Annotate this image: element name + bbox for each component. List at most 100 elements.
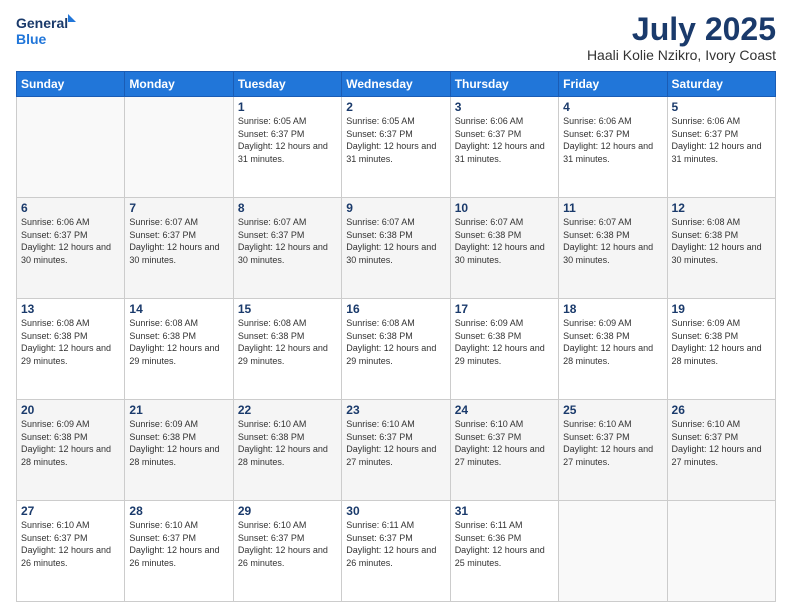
calendar-cell: 22Sunrise: 6:10 AM Sunset: 6:38 PM Dayli… — [233, 400, 341, 501]
week-row-2: 6Sunrise: 6:06 AM Sunset: 6:37 PM Daylig… — [17, 198, 776, 299]
calendar-cell: 15Sunrise: 6:08 AM Sunset: 6:38 PM Dayli… — [233, 299, 341, 400]
svg-text:General: General — [16, 15, 68, 31]
day-number: 23 — [346, 403, 445, 417]
day-info: Sunrise: 6:10 AM Sunset: 6:37 PM Dayligh… — [346, 418, 445, 468]
calendar-cell: 10Sunrise: 6:07 AM Sunset: 6:38 PM Dayli… — [450, 198, 558, 299]
day-number: 30 — [346, 504, 445, 518]
week-row-1: 1 Sunrise: 6:05 AM Sunset: 6:37 PM Daylig… — [17, 97, 776, 198]
day-info: Sunrise: 6:06 AM Sunset: 6:37 PM Dayligh… — [455, 115, 554, 165]
day-number: 12 — [672, 201, 771, 215]
day-number: 4 — [563, 100, 662, 114]
day-info: Sunrise: 6:08 AM Sunset: 6:38 PM Dayligh… — [238, 317, 337, 367]
day-number: 19 — [672, 302, 771, 316]
col-header-saturday: Saturday — [667, 72, 775, 97]
day-info: Sunrise: 6:07 AM Sunset: 6:38 PM Dayligh… — [455, 216, 554, 266]
day-info: Sunrise: 6:05 AM Sunset: 6:37 PM Dayligh… — [346, 115, 445, 165]
calendar-cell: 31Sunrise: 6:11 AM Sunset: 6:36 PM Dayli… — [450, 501, 558, 602]
day-info: Sunrise: 6:10 AM Sunset: 6:37 PM Dayligh… — [238, 519, 337, 569]
week-row-4: 20 Sunrise: 6:09 AM Sunset: 6:38 PM Dayli… — [17, 400, 776, 501]
calendar-cell: 2Sunrise: 6:05 AM Sunset: 6:37 PM Daylig… — [342, 97, 450, 198]
calendar-cell: 24Sunrise: 6:10 AM Sunset: 6:37 PM Dayli… — [450, 400, 558, 501]
day-info: Sunrise: 6:09 AM Sunset: 6:38 PM Dayligh… — [129, 418, 228, 468]
day-number: 21 — [129, 403, 228, 417]
page: General Blue July 2025 Haali Kolie Nzikr… — [0, 0, 792, 612]
day-info: Sunrise: 6:10 AM Sunset: 6:37 PM Dayligh… — [455, 418, 554, 468]
day-number: 29 — [238, 504, 337, 518]
day-info: Sunrise: 6:08 AM Sunset: 6:38 PM Dayligh… — [129, 317, 228, 367]
calendar-cell: 26Sunrise: 6:10 AM Sunset: 6:37 PM Dayli… — [667, 400, 775, 501]
calendar-cell: 29Sunrise: 6:10 AM Sunset: 6:37 PM Dayli… — [233, 501, 341, 602]
day-number: 13 — [21, 302, 120, 316]
day-info: Sunrise: 6:10 AM Sunset: 6:37 PM Dayligh… — [21, 519, 120, 569]
calendar-table: SundayMondayTuesdayWednesdayThursdayFrid… — [16, 71, 776, 602]
calendar-cell: 13Sunrise: 6:08 AM Sunset: 6:38 PM Dayli… — [17, 299, 125, 400]
calendar-cell: 19Sunrise: 6:09 AM Sunset: 6:38 PM Dayli… — [667, 299, 775, 400]
day-info: Sunrise: 6:10 AM Sunset: 6:37 PM Dayligh… — [672, 418, 771, 468]
col-header-thursday: Thursday — [450, 72, 558, 97]
day-number: 1 — [238, 100, 337, 114]
calendar-cell — [125, 97, 233, 198]
calendar-cell: 20Sunrise: 6:09 AM Sunset: 6:38 PM Dayli… — [17, 400, 125, 501]
day-info: Sunrise: 6:07 AM Sunset: 6:38 PM Dayligh… — [346, 216, 445, 266]
subtitle: Haali Kolie Nzikro, Ivory Coast — [587, 47, 776, 63]
day-info: Sunrise: 6:07 AM Sunset: 6:37 PM Dayligh… — [129, 216, 228, 266]
day-number: 26 — [672, 403, 771, 417]
day-info: Sunrise: 6:11 AM Sunset: 6:37 PM Dayligh… — [346, 519, 445, 569]
col-header-friday: Friday — [559, 72, 667, 97]
logo: General Blue — [16, 12, 76, 48]
day-number: 16 — [346, 302, 445, 316]
day-number: 3 — [455, 100, 554, 114]
week-row-3: 13 Sunrise: 6:08 AM Sunset: 6:38 PM Dayli… — [17, 299, 776, 400]
calendar-cell: 7Sunrise: 6:07 AM Sunset: 6:37 PM Daylig… — [125, 198, 233, 299]
calendar-cell: 30Sunrise: 6:11 AM Sunset: 6:37 PM Dayli… — [342, 501, 450, 602]
col-header-monday: Monday — [125, 72, 233, 97]
calendar-cell: 23Sunrise: 6:10 AM Sunset: 6:37 PM Dayli… — [342, 400, 450, 501]
day-info: Sunrise: 6:07 AM Sunset: 6:38 PM Dayligh… — [563, 216, 662, 266]
col-header-wednesday: Wednesday — [342, 72, 450, 97]
calendar-cell: 21Sunrise: 6:09 AM Sunset: 6:38 PM Dayli… — [125, 400, 233, 501]
calendar-cell: 16Sunrise: 6:08 AM Sunset: 6:38 PM Dayli… — [342, 299, 450, 400]
day-number: 11 — [563, 201, 662, 215]
calendar-cell: 4Sunrise: 6:06 AM Sunset: 6:37 PM Daylig… — [559, 97, 667, 198]
day-number: 14 — [129, 302, 228, 316]
day-number: 25 — [563, 403, 662, 417]
day-info: Sunrise: 6:06 AM Sunset: 6:37 PM Dayligh… — [672, 115, 771, 165]
calendar-cell: 11Sunrise: 6:07 AM Sunset: 6:38 PM Dayli… — [559, 198, 667, 299]
calendar-cell: 12Sunrise: 6:08 AM Sunset: 6:38 PM Dayli… — [667, 198, 775, 299]
day-number: 20 — [21, 403, 120, 417]
day-number: 31 — [455, 504, 554, 518]
day-info: Sunrise: 6:10 AM Sunset: 6:37 PM Dayligh… — [129, 519, 228, 569]
calendar-cell: 18Sunrise: 6:09 AM Sunset: 6:38 PM Dayli… — [559, 299, 667, 400]
day-info: Sunrise: 6:08 AM Sunset: 6:38 PM Dayligh… — [346, 317, 445, 367]
calendar-cell: 25Sunrise: 6:10 AM Sunset: 6:37 PM Dayli… — [559, 400, 667, 501]
day-number: 5 — [672, 100, 771, 114]
title-section: July 2025 Haali Kolie Nzikro, Ivory Coas… — [587, 12, 776, 63]
day-number: 17 — [455, 302, 554, 316]
day-info: Sunrise: 6:10 AM Sunset: 6:38 PM Dayligh… — [238, 418, 337, 468]
week-row-5: 27Sunrise: 6:10 AM Sunset: 6:37 PM Dayli… — [17, 501, 776, 602]
day-info: Sunrise: 6:08 AM Sunset: 6:38 PM Dayligh… — [672, 216, 771, 266]
day-number: 2 — [346, 100, 445, 114]
day-number: 6 — [21, 201, 120, 215]
calendar-cell: 3Sunrise: 6:06 AM Sunset: 6:37 PM Daylig… — [450, 97, 558, 198]
svg-text:Blue: Blue — [16, 31, 47, 47]
day-info: Sunrise: 6:09 AM Sunset: 6:38 PM Dayligh… — [563, 317, 662, 367]
day-info: Sunrise: 6:06 AM Sunset: 6:37 PM Dayligh… — [563, 115, 662, 165]
day-number: 18 — [563, 302, 662, 316]
calendar-cell: 5Sunrise: 6:06 AM Sunset: 6:37 PM Daylig… — [667, 97, 775, 198]
calendar-cell — [17, 97, 125, 198]
day-number: 27 — [21, 504, 120, 518]
calendar-cell: 27Sunrise: 6:10 AM Sunset: 6:37 PM Dayli… — [17, 501, 125, 602]
day-info: Sunrise: 6:09 AM Sunset: 6:38 PM Dayligh… — [455, 317, 554, 367]
calendar-cell: 28Sunrise: 6:10 AM Sunset: 6:37 PM Dayli… — [125, 501, 233, 602]
calendar-cell: 9Sunrise: 6:07 AM Sunset: 6:38 PM Daylig… — [342, 198, 450, 299]
day-number: 28 — [129, 504, 228, 518]
day-info: Sunrise: 6:09 AM Sunset: 6:38 PM Dayligh… — [672, 317, 771, 367]
day-number: 15 — [238, 302, 337, 316]
day-number: 24 — [455, 403, 554, 417]
calendar-cell — [667, 501, 775, 602]
calendar-cell: 17Sunrise: 6:09 AM Sunset: 6:38 PM Dayli… — [450, 299, 558, 400]
day-number: 22 — [238, 403, 337, 417]
header: General Blue July 2025 Haali Kolie Nzikr… — [16, 12, 776, 63]
col-header-tuesday: Tuesday — [233, 72, 341, 97]
